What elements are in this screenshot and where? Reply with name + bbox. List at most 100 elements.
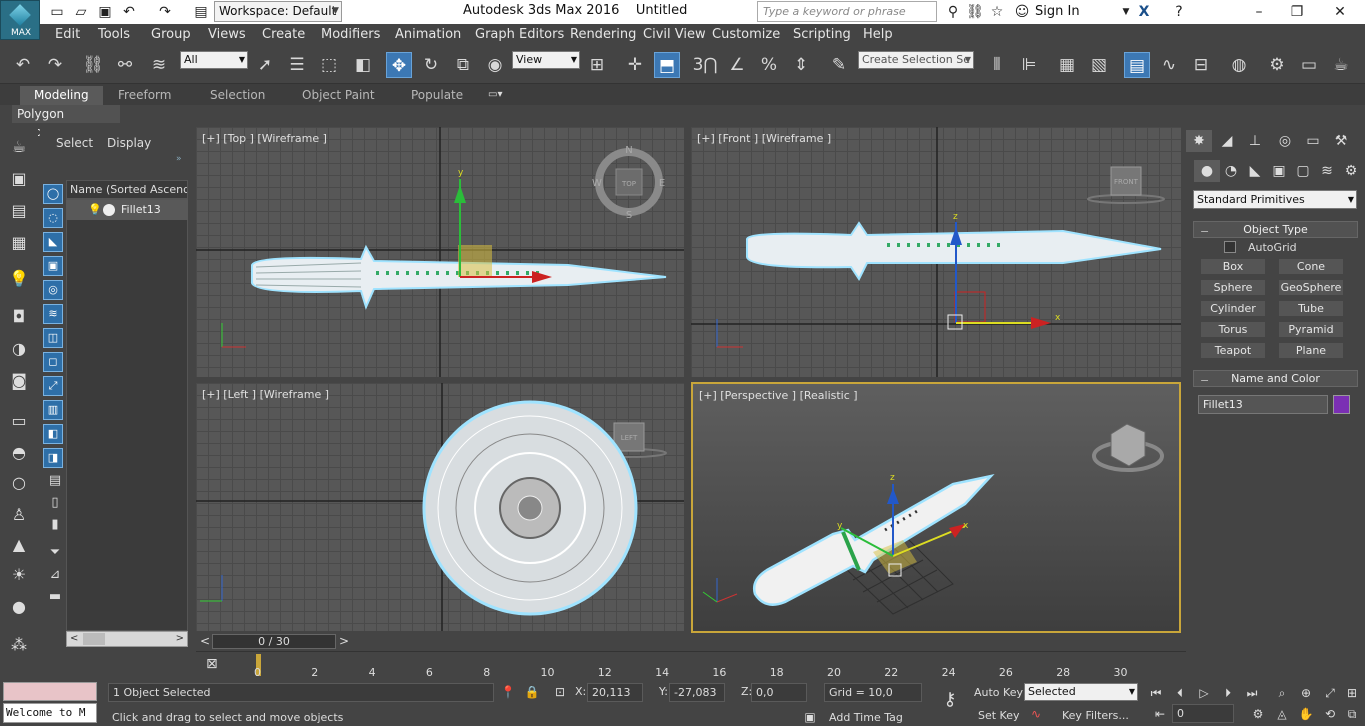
key-filters-button[interactable]: Key Filters...	[1062, 709, 1129, 722]
menu-tools[interactable]: Tools	[98, 27, 130, 42]
render-frame-icon[interactable]: ▭	[1296, 52, 1322, 78]
zoom-extents-icon[interactable]: ⤢	[1320, 683, 1340, 703]
scene-list[interactable]	[66, 199, 188, 631]
knife-wireframe-end[interactable]	[422, 400, 638, 616]
pan-view-icon[interactable]: ✋	[1296, 704, 1316, 724]
reference-coordinate-dropdown[interactable]: View ▼	[512, 51, 580, 69]
maxscript-listener-top[interactable]	[3, 682, 97, 701]
next-frame-icon[interactable]: ⏵	[1218, 683, 1238, 703]
geosphere-button[interactable]: GeoSphere	[1278, 279, 1344, 296]
menu-customize[interactable]: Customize	[712, 27, 780, 42]
zoom-extents-all-icon[interactable]: ⊞	[1342, 683, 1362, 703]
time-slider[interactable]: 0 / 30	[212, 634, 336, 649]
go-to-end-icon[interactable]: ⏭	[1242, 683, 1262, 703]
menu-animation[interactable]: Animation	[395, 27, 461, 42]
maxscript-listener-input[interactable]: Welcome to M	[3, 703, 97, 723]
explorer-tab-select[interactable]: Select	[56, 136, 93, 150]
image-icon[interactable]: ▣	[8, 168, 30, 190]
filter-cameras-icon[interactable]: ▣	[43, 256, 63, 276]
plane-button[interactable]: Plane	[1278, 342, 1344, 359]
light-bulb-icon[interactable]: 💡	[88, 200, 102, 220]
select-and-scale-icon[interactable]: ⧉	[450, 52, 476, 78]
filter-helpers-icon[interactable]: ◎	[43, 280, 63, 300]
knife-wireframe[interactable]	[746, 221, 1162, 281]
menu-modifiers[interactable]: Modifiers	[321, 27, 380, 42]
ribbon-panel-polygon-modeling[interactable]: Polygon Modeling	[12, 105, 120, 139]
unlink-icon[interactable]: ⚯	[112, 52, 138, 78]
filter-geometry-icon[interactable]: ◯	[43, 184, 63, 204]
viewport-top[interactable]: [+] [Top ] [Wireframe ] TOP N E S W y	[196, 127, 684, 377]
rectangular-selection-icon[interactable]: ⬚	[316, 52, 342, 78]
menu-edit[interactable]: Edit	[55, 27, 80, 42]
menu-civil-view[interactable]: Civil View	[643, 27, 706, 42]
object-color-swatch[interactable]	[1333, 395, 1350, 414]
menu-graph-editors[interactable]: Graph Editors	[475, 27, 564, 42]
select-object-icon[interactable]: ➚	[252, 52, 278, 78]
close-button[interactable]: ✕	[1321, 0, 1359, 24]
star-icon[interactable]: ☆	[988, 3, 1006, 21]
set-key-button[interactable]: Set Key	[978, 709, 1020, 722]
motion-tab-icon[interactable]: ◎	[1272, 130, 1298, 152]
hemisphere-icon[interactable]: ◓	[8, 442, 30, 464]
menu-group[interactable]: Group	[151, 27, 191, 42]
utilities-tab-icon[interactable]: ⚒	[1328, 130, 1354, 152]
current-frame-input[interactable]: 0	[1172, 704, 1234, 723]
layers-icon[interactable]: ▬	[44, 586, 66, 608]
edit-named-selection-icon[interactable]: ✎	[826, 52, 852, 78]
z-coordinate-input[interactable]: 0,0	[751, 683, 807, 702]
maximize-viewport-icon[interactable]: ⧉	[1342, 704, 1362, 724]
space-warps-icon[interactable]: ≋	[1314, 160, 1340, 182]
zoom-icon[interactable]: ⌕	[1272, 683, 1292, 703]
select-by-name-icon[interactable]: ☰	[284, 52, 310, 78]
viewport-left[interactable]: [+] [Left ] [Wireframe ] LEFT	[196, 383, 684, 631]
tab-modeling[interactable]: Modeling	[20, 86, 103, 105]
menu-create[interactable]: Create	[262, 27, 305, 42]
percent-snap-icon[interactable]: %	[756, 52, 782, 78]
menu-views[interactable]: Views	[208, 27, 246, 42]
filter-xrefs-icon[interactable]: ◻	[43, 352, 63, 372]
selection-lock-icon[interactable]: 🔒	[522, 682, 542, 702]
material-editor-icon[interactable]: ◍	[1226, 52, 1252, 78]
key-mode-toggle-icon[interactable]: ⇤	[1150, 704, 1170, 724]
chevron-down-icon[interactable]: ▼	[332, 1, 342, 22]
help-icon[interactable]: ?	[1170, 3, 1188, 21]
filter-bones-icon[interactable]: ⤢	[43, 376, 63, 396]
play-icon[interactable]: ▷	[1194, 683, 1214, 703]
exchange-icon[interactable]: X	[1135, 3, 1153, 21]
select-all-icon[interactable]: ▤	[44, 470, 66, 492]
time-prev-button[interactable]: <	[200, 634, 210, 648]
create-tab-icon[interactable]: ✸	[1186, 130, 1212, 152]
menu-help[interactable]: Help	[863, 27, 893, 42]
undo-icon[interactable]: ↶	[10, 52, 36, 78]
application-button[interactable]: MAX	[0, 0, 40, 40]
horizontal-scrollbar[interactable]: < >	[66, 631, 188, 647]
modify-tab-icon[interactable]: ◢	[1214, 130, 1240, 152]
named-selection-input[interactable]: Create Selection Se ▼	[858, 51, 974, 69]
auto-key-button[interactable]: Auto Key	[974, 686, 1023, 699]
geometry-icon[interactable]: ●	[1194, 160, 1220, 182]
viewport-perspective[interactable]: [+] [Perspective ] [Realistic ] x y z	[691, 382, 1181, 633]
scroll-right-icon[interactable]: >	[176, 633, 184, 644]
user-icon[interactable]: ☺	[1013, 3, 1031, 21]
filter-groups-icon[interactable]: ◫	[43, 328, 63, 348]
x-coordinate-input[interactable]: 20,113	[587, 683, 643, 702]
tab-selection[interactable]: Selection	[196, 86, 279, 105]
window-crossing-icon[interactable]: ◧	[350, 52, 376, 78]
tab-object-paint[interactable]: Object Paint	[288, 86, 389, 105]
curve-editor-icon[interactable]: ∿	[1156, 52, 1182, 78]
filter-hidden-icon[interactable]: ◨	[43, 448, 63, 468]
select-and-rotate-icon[interactable]: ↻	[418, 52, 444, 78]
save-icon[interactable]: ▣	[96, 3, 114, 21]
menu-rendering[interactable]: Rendering	[570, 27, 636, 42]
sphere-icon[interactable]: ●	[8, 596, 30, 618]
helpers-icon[interactable]: ▢	[1290, 160, 1316, 182]
key-curve-icon[interactable]: ∿	[1026, 704, 1046, 724]
sun-icon[interactable]: ☀	[8, 564, 30, 586]
filter-containers-icon[interactable]: ▥	[43, 400, 63, 420]
render-setup-icon[interactable]: ⚙	[1264, 52, 1290, 78]
y-coordinate-input[interactable]: -27,083	[669, 683, 725, 702]
circle-icon[interactable]: ○	[8, 472, 30, 494]
filter-spacewarps-icon[interactable]: ≋	[43, 304, 63, 324]
tube-button[interactable]: Tube	[1278, 300, 1344, 317]
cameras-icon[interactable]: ▣	[1266, 160, 1292, 182]
